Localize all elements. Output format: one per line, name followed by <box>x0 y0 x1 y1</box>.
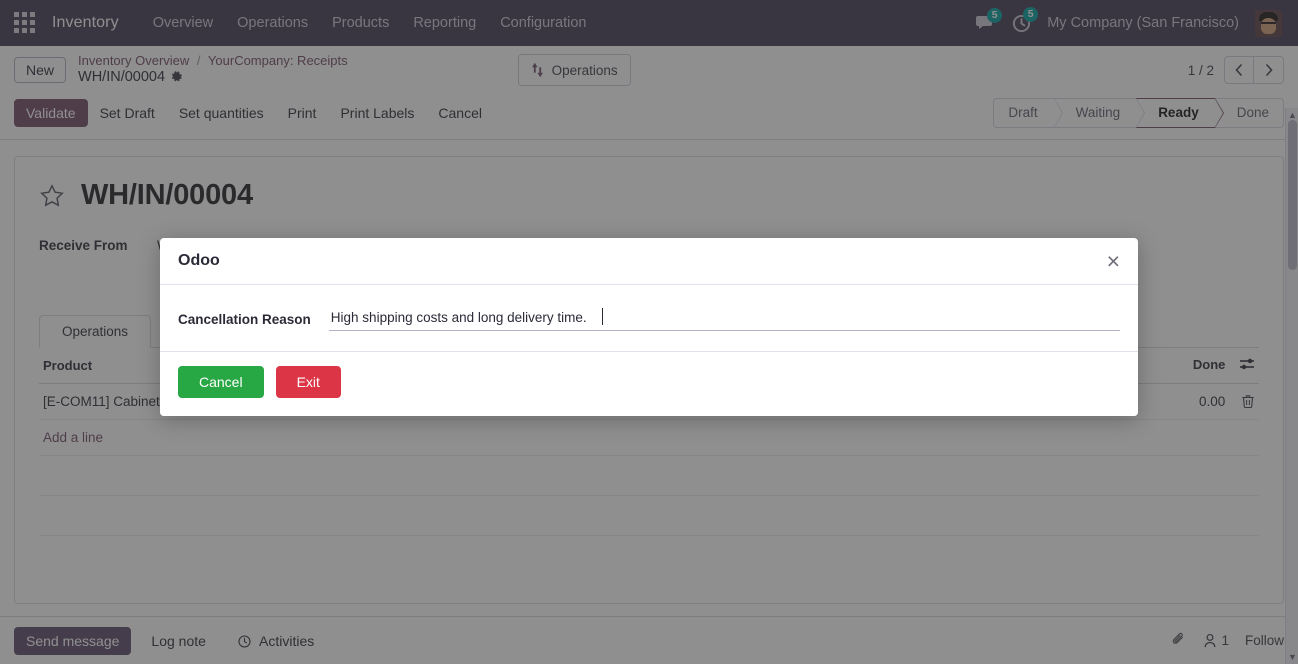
odoo-inventory-window: Inventory Overview Operations Products R… <box>0 0 1298 664</box>
close-icon[interactable]: × <box>1107 250 1120 273</box>
cancellation-reason-label: Cancellation Reason <box>178 311 311 327</box>
cancellation-reason-dialog: Odoo × Cancellation Reason Cancel Exit <box>160 238 1138 416</box>
dialog-footer: Cancel Exit <box>160 351 1138 416</box>
dialog-body: Cancellation Reason <box>160 285 1138 351</box>
cancellation-reason-input-wrap <box>328 307 1120 331</box>
dialog-title: Odoo <box>178 252 220 269</box>
cancellation-reason-field: Cancellation Reason <box>178 307 1120 331</box>
dialog-header: Odoo × <box>160 238 1138 285</box>
dialog-exit-button[interactable]: Exit <box>275 366 341 398</box>
dialog-cancel-button[interactable]: Cancel <box>178 366 264 398</box>
text-caret <box>601 308 603 325</box>
cancellation-reason-input[interactable] <box>328 307 1120 331</box>
